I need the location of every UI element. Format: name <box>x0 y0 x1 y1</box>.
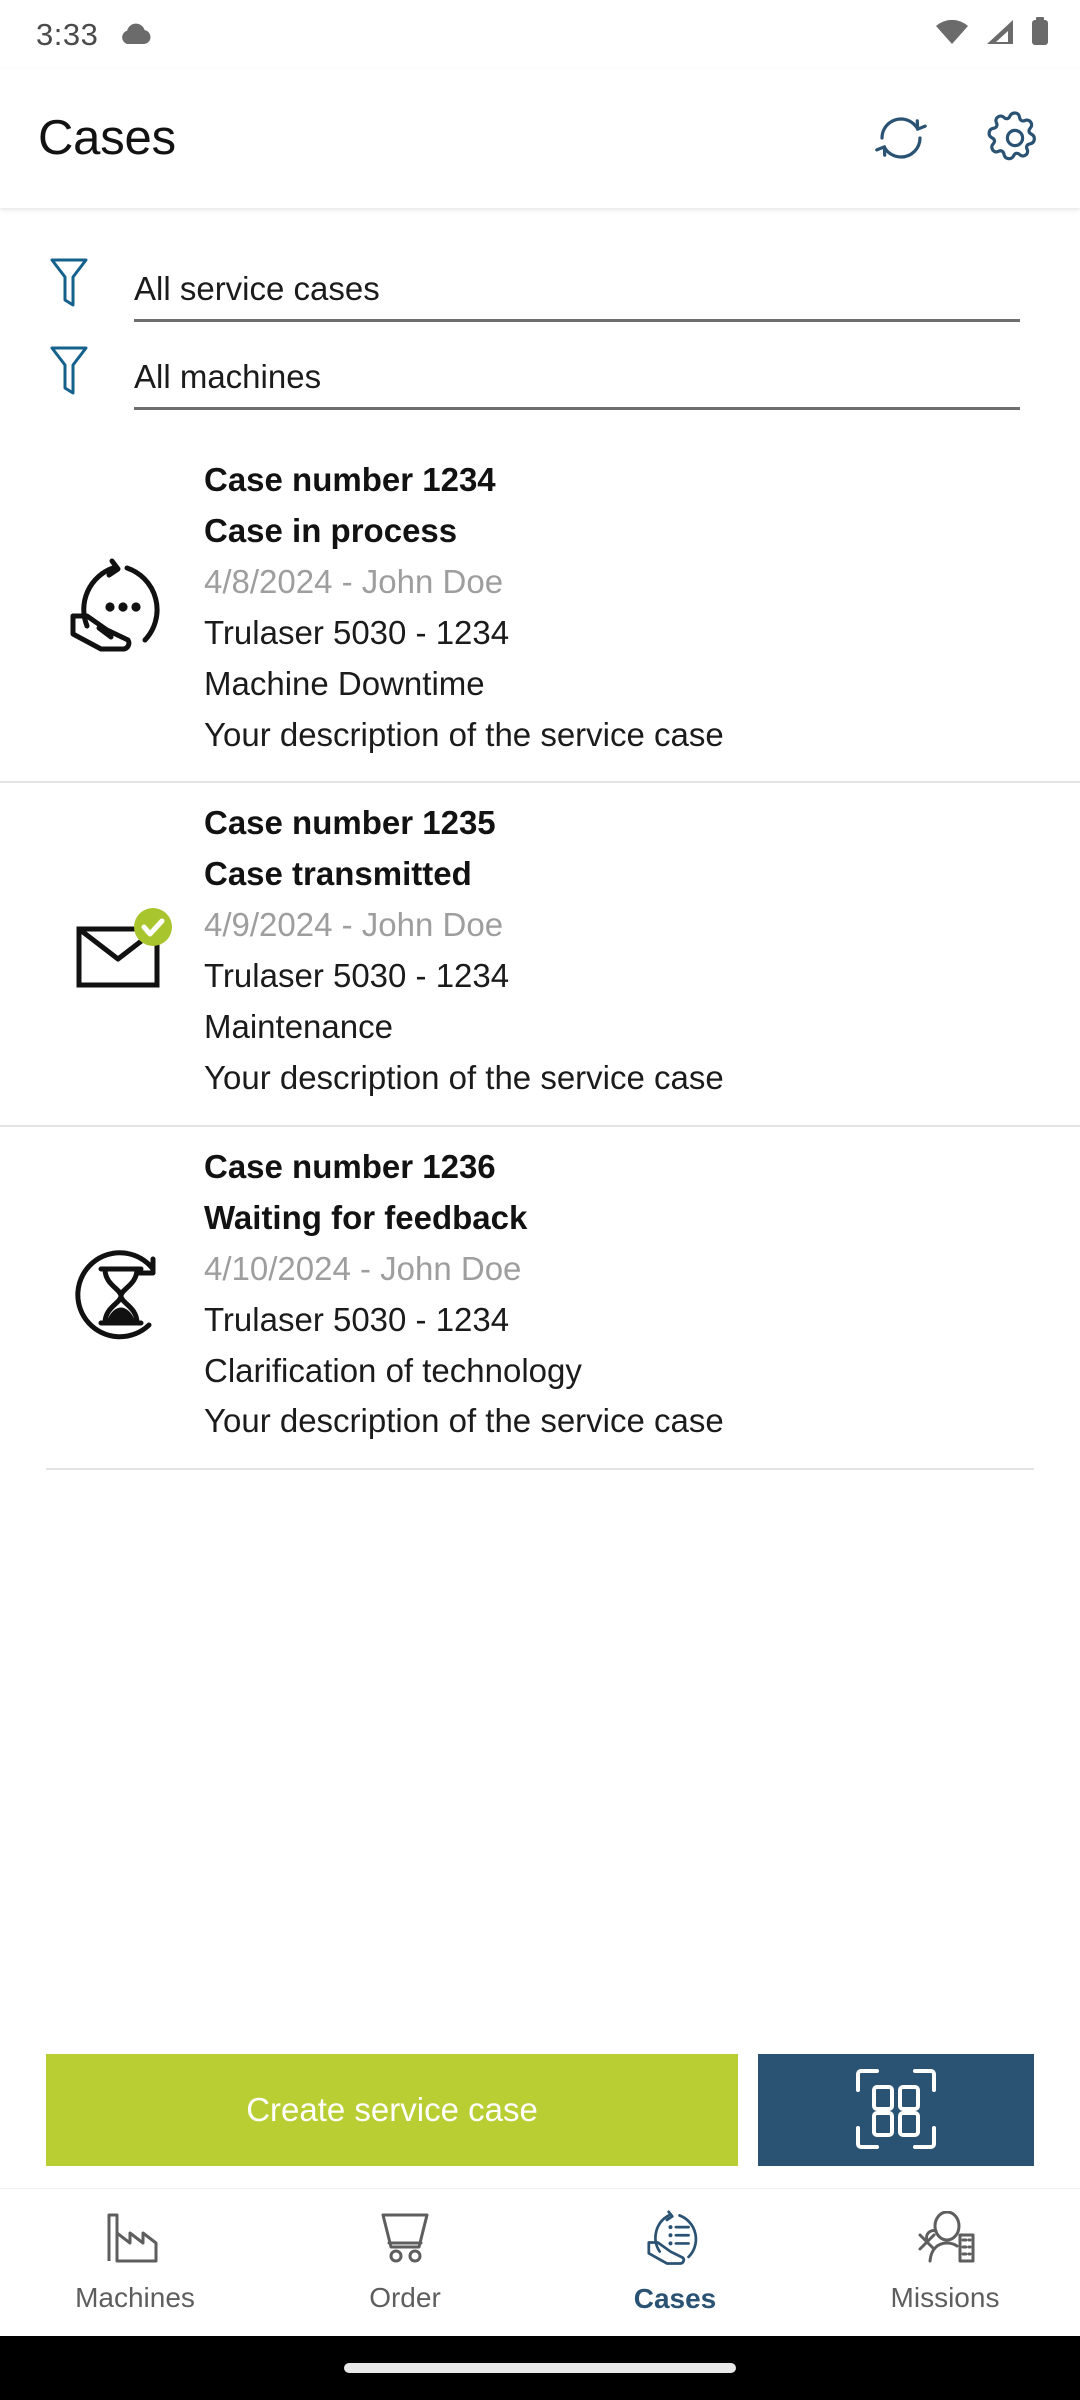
case-list-item[interactable]: Case number 1236 Waiting for feedback 4/… <box>0 1124 1080 1468</box>
case-list-item[interactable]: Case number 1235 Case transmitted 4/9/20… <box>0 781 1080 1124</box>
page-title: Cases <box>38 111 176 165</box>
app-bar-actions <box>870 107 1046 169</box>
case-number: Case number 1236 <box>204 1147 496 1185</box>
case-list-item[interactable]: Case number 1234 Case in process 4/8/202… <box>0 440 1080 781</box>
qr-code-icon <box>853 2066 939 2155</box>
nav-item-order[interactable]: Order <box>270 2189 540 2336</box>
case-description: Your description of the service case <box>204 715 724 753</box>
home-indicator[interactable] <box>344 2363 736 2373</box>
case-details: Case number 1235 Case transmitted 4/9/20… <box>196 803 1034 1098</box>
filter-row-service-cases[interactable]: All service cases <box>0 234 1080 322</box>
nav-item-cases[interactable]: Cases <box>540 2189 810 2336</box>
sync-icon[interactable] <box>870 107 932 169</box>
case-machine: Trulaser 5030 - 1234 <box>204 1300 510 1338</box>
action-bar: Create service case <box>0 2054 1080 2188</box>
waiting-for-feedback-icon <box>46 1239 196 1351</box>
person-wrench-icon <box>914 2210 976 2270</box>
case-status: Case transmitted <box>204 855 472 893</box>
bottom-navigation: Machines Order Cases Missions <box>0 2188 1080 2336</box>
case-category: Maintenance <box>204 1008 393 1046</box>
case-meta: 4/10/2024 - John Doe <box>204 1249 522 1287</box>
case-machine: Trulaser 5030 - 1234 <box>204 613 510 651</box>
scan-qr-button[interactable] <box>758 2054 1034 2166</box>
case-category: Machine Downtime <box>204 664 485 702</box>
create-service-case-button[interactable]: Create service case <box>46 2054 738 2166</box>
nav-label-cases: Cases <box>633 2283 717 2314</box>
shopping-cart-icon <box>375 2211 435 2270</box>
nav-label-order: Order <box>369 2282 441 2313</box>
case-status: Case in process <box>204 511 458 549</box>
gesture-navigation-bar <box>0 2336 1080 2400</box>
case-details: Case number 1236 Waiting for feedback 4/… <box>196 1147 1034 1442</box>
funnel-icon <box>46 344 92 410</box>
case-in-process-icon <box>46 552 196 664</box>
case-details: Case number 1234 Case in process 4/8/202… <box>196 460 1034 755</box>
filter-section: All service cases All machines <box>0 208 1080 410</box>
funnel-icon <box>46 256 92 322</box>
case-number: Case number 1235 <box>204 804 496 842</box>
case-machine: Trulaser 5030 - 1234 <box>204 957 510 995</box>
case-meta: 4/9/2024 - John Doe <box>204 906 504 944</box>
filter-field[interactable]: All machines <box>134 357 1020 410</box>
wifi-icon <box>934 18 970 51</box>
cellular-signal-icon <box>983 18 1017 51</box>
nav-item-machines[interactable]: Machines <box>0 2189 270 2336</box>
nav-item-missions[interactable]: Missions <box>810 2189 1080 2336</box>
status-bar: 3:33 <box>0 0 1080 68</box>
hand-case-icon <box>645 2210 705 2271</box>
filter-row-machines[interactable]: All machines <box>0 322 1080 410</box>
app-screen: 3:33 Cases All service cases All machine… <box>0 0 1080 2400</box>
case-description: Your description of the service case <box>204 1402 724 1440</box>
filter-field[interactable]: All service cases <box>134 269 1020 322</box>
battery-icon <box>1030 16 1050 52</box>
case-meta: 4/8/2024 - John Doe <box>204 562 504 600</box>
status-bar-icons <box>934 16 1050 52</box>
factory-icon <box>105 2211 165 2270</box>
case-category: Clarification of technology <box>204 1351 582 1389</box>
case-description: Your description of the service case <box>204 1058 724 1096</box>
case-transmitted-icon <box>46 895 196 1007</box>
nav-label-machines: Machines <box>75 2282 195 2313</box>
nav-label-missions: Missions <box>890 2282 1000 2313</box>
gear-icon[interactable] <box>984 107 1046 169</box>
status-bar-time: 3:33 <box>36 16 99 52</box>
filter-value-machines: All machines <box>134 357 322 395</box>
case-number: Case number 1234 <box>204 461 496 498</box>
case-list: Case number 1234 Case in process 4/8/202… <box>0 410 1080 2054</box>
case-status: Waiting for feedback <box>204 1198 528 1236</box>
list-end-divider <box>46 1468 1034 1471</box>
cloud-icon <box>118 22 152 46</box>
filter-value-service-cases: All service cases <box>134 269 380 307</box>
app-bar: Cases <box>0 68 1080 208</box>
